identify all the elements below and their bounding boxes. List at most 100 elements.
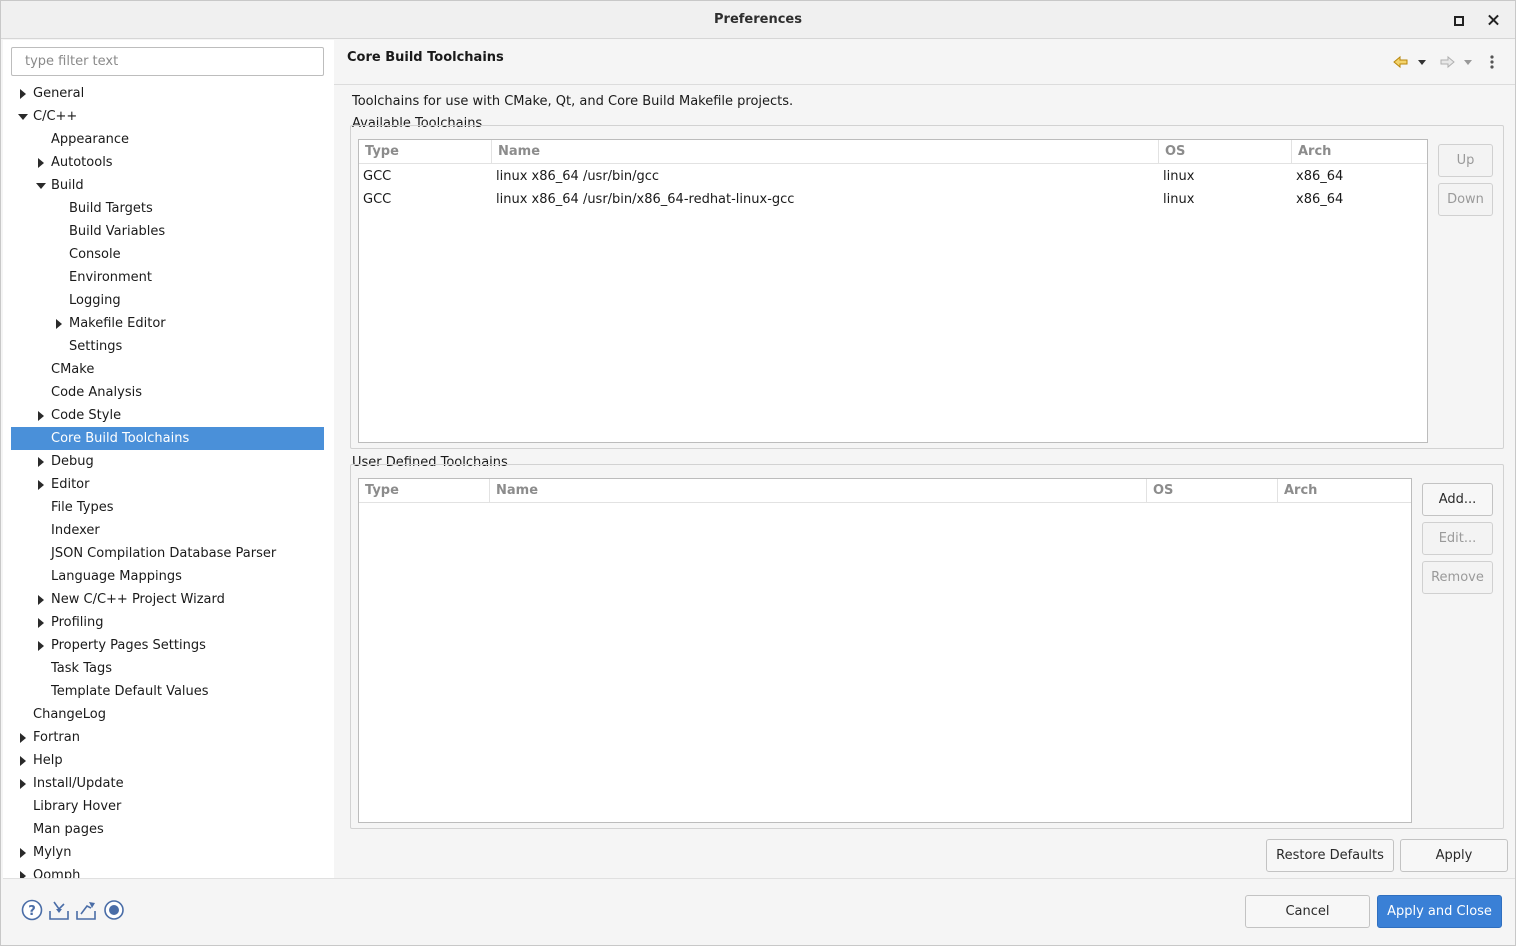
tree-item[interactable]: Profiling [3, 611, 334, 634]
apply-button[interactable]: Apply [1400, 839, 1508, 872]
chevron-right-icon[interactable] [53, 312, 65, 335]
tree-item[interactable]: Indexer [3, 519, 334, 542]
chevron-right-icon[interactable] [17, 772, 29, 795]
chevron-right-icon[interactable] [35, 588, 47, 611]
tree-item[interactable]: Help [3, 749, 334, 772]
export-icon[interactable] [75, 899, 97, 921]
tree-item[interactable]: Editor [3, 473, 334, 496]
filter-input[interactable] [11, 47, 324, 76]
tree-item[interactable]: Property Pages Settings [3, 634, 334, 657]
page-title: Core Build Toolchains [347, 50, 504, 65]
up-button[interactable]: Up [1438, 144, 1493, 177]
import-icon[interactable] [48, 899, 70, 921]
tree-item[interactable]: Man pages [3, 818, 334, 841]
tree-item-label: Build Targets [69, 201, 153, 216]
chevron-down-icon[interactable] [17, 105, 29, 128]
view-menu-icon[interactable] [1490, 55, 1494, 69]
tree-item[interactable]: Template Default Values [3, 680, 334, 703]
tree-item[interactable]: Build Variables [3, 220, 334, 243]
tree-item-label: CMake [51, 362, 95, 377]
tree-item-label: Core Build Toolchains [51, 431, 190, 446]
chevron-right-icon[interactable] [17, 726, 29, 749]
tree-item[interactable]: Settings [3, 335, 334, 358]
help-icon[interactable]: ? [21, 899, 43, 921]
tree-item[interactable]: Fortran [3, 726, 334, 749]
column-header-type[interactable]: Type [359, 140, 492, 164]
chevron-right-icon[interactable] [35, 450, 47, 473]
back-menu-chevron-down-icon[interactable] [1418, 60, 1426, 65]
column-header-os[interactable]: OS [1159, 140, 1292, 164]
tree-item-label: JSON Compilation Database Parser [51, 546, 277, 561]
tree-item[interactable]: Install/Update [3, 772, 334, 795]
available-toolchains-table[interactable]: Type Name OS Arch GCC linux x86_64 /usr/… [358, 139, 1428, 443]
tree-item[interactable]: Logging [3, 289, 334, 312]
tree-item[interactable]: Environment [3, 266, 334, 289]
chevron-right-icon[interactable] [17, 82, 29, 105]
column-header-name[interactable]: Name [492, 140, 1159, 164]
restore-defaults-button[interactable]: Restore Defaults [1266, 839, 1394, 872]
column-header-os[interactable]: OS [1147, 479, 1278, 503]
tree-item[interactable]: CMake [3, 358, 334, 381]
chevron-right-icon[interactable] [35, 151, 47, 174]
cell-name: linux x86_64 /usr/bin/x86_64-redhat-linu… [496, 192, 795, 207]
preferences-window: Preferences General C/C++ Appearance Autoto… [0, 0, 1516, 946]
tree-item[interactable]: Language Mappings [3, 565, 334, 588]
maximize-icon[interactable] [1447, 9, 1469, 31]
tree-item[interactable]: C/C++ [3, 105, 334, 128]
tree-item[interactable]: Console [3, 243, 334, 266]
chevron-right-icon[interactable] [35, 611, 47, 634]
tree-item[interactable]: Core Build Toolchains [11, 427, 324, 450]
table-header: Type Name OS Arch [359, 479, 1411, 503]
tree-item[interactable]: Task Tags [3, 657, 334, 680]
forward-menu-chevron-down-icon[interactable] [1464, 60, 1472, 65]
edit-button[interactable]: Edit... [1422, 522, 1493, 555]
tree-item[interactable]: Mylyn [3, 841, 334, 864]
chevron-right-icon[interactable] [35, 473, 47, 496]
chevron-right-icon[interactable] [35, 634, 47, 657]
tree-item-label: Build Variables [69, 224, 166, 239]
table-row[interactable]: GCC linux x86_64 /usr/bin/gcc linux x86_… [359, 165, 1427, 188]
chevron-down-icon[interactable] [35, 174, 47, 197]
cell-type: GCC [363, 169, 392, 184]
tree-item[interactable]: General [3, 82, 334, 105]
column-header-name[interactable]: Name [490, 479, 1147, 503]
column-header-arch[interactable]: Arch [1278, 479, 1411, 503]
tree-item-label: Build [51, 178, 84, 193]
tree-item-label: Language Mappings [51, 569, 182, 584]
tree-item[interactable]: Library Hover [3, 795, 334, 818]
tree-item[interactable]: Code Analysis [3, 381, 334, 404]
tree-item[interactable]: ChangeLog [3, 703, 334, 726]
forward-arrow-icon[interactable] [1440, 55, 1455, 69]
chevron-right-icon[interactable] [17, 864, 29, 878]
chevron-right-icon[interactable] [17, 749, 29, 772]
user-defined-toolchains-table[interactable]: Type Name OS Arch [358, 478, 1412, 823]
tree-item-label: Code Analysis [51, 385, 142, 400]
down-button[interactable]: Down [1438, 183, 1493, 216]
page-navigation [1393, 55, 1494, 69]
chevron-right-icon[interactable] [35, 404, 47, 427]
tree-item[interactable]: Autotools [3, 151, 334, 174]
record-icon[interactable] [103, 899, 125, 921]
tree-item[interactable]: Makefile Editor [3, 312, 334, 335]
tree-item[interactable]: JSON Compilation Database Parser [3, 542, 334, 565]
tree-item-label: Makefile Editor [69, 316, 166, 331]
back-arrow-icon[interactable] [1393, 55, 1408, 69]
cancel-button[interactable]: Cancel [1245, 895, 1370, 928]
tree-item[interactable]: Appearance [3, 128, 334, 151]
tree-item[interactable]: Build Targets [3, 197, 334, 220]
apply-and-close-button[interactable]: Apply and Close [1377, 895, 1502, 928]
column-header-arch[interactable]: Arch [1292, 140, 1427, 164]
column-header-type[interactable]: Type [359, 479, 490, 503]
remove-button[interactable]: Remove [1422, 561, 1493, 594]
add-button[interactable]: Add... [1422, 483, 1493, 516]
table-row[interactable]: GCC linux x86_64 /usr/bin/x86_64-redhat-… [359, 188, 1427, 211]
tree-item[interactable]: Debug [3, 450, 334, 473]
tree-item[interactable]: Oomph [3, 864, 334, 878]
tree-item[interactable]: Build [3, 174, 334, 197]
tree-item-label: New C/C++ Project Wizard [51, 592, 225, 607]
chevron-right-icon[interactable] [17, 841, 29, 864]
tree-item[interactable]: File Types [3, 496, 334, 519]
close-icon[interactable] [1483, 9, 1505, 31]
tree-item[interactable]: New C/C++ Project Wizard [3, 588, 334, 611]
tree-item[interactable]: Code Style [3, 404, 334, 427]
